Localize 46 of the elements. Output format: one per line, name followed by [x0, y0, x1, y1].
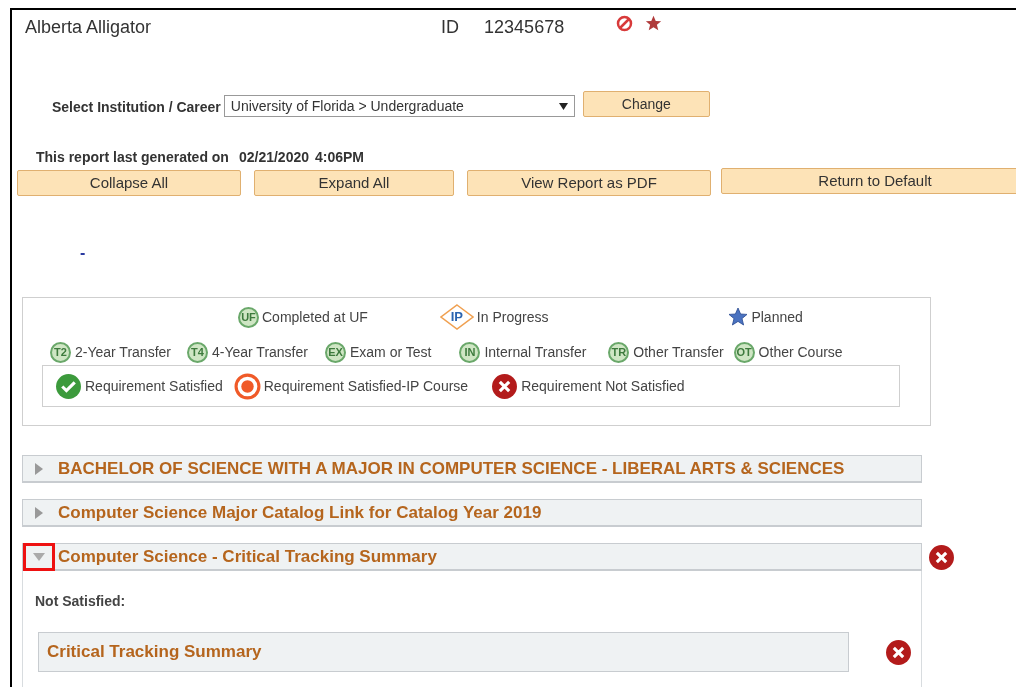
prohibited-icon [616, 15, 634, 32]
change-button[interactable]: Change [582, 91, 710, 117]
id-label: ID [441, 16, 460, 39]
action-button[interactable]: View Report as PDF [467, 170, 711, 196]
legend-label: 4-Year Transfer [212, 342, 308, 362]
legend-label: 2-Year Transfer [75, 342, 171, 362]
institution-label: Select Institution / Career [52, 98, 221, 117]
star-icon [728, 307, 749, 327]
legend-label: Internal Transfer [484, 342, 587, 362]
section-header[interactable]: BACHELOR OF SCIENCE WITH A MAJOR IN COMPUTER SCIENCE - LIBERAL ARTS & SCIENCES [22, 455, 922, 483]
action-button[interactable]: Return to Default [721, 168, 1016, 194]
course-badge: TR [608, 341, 630, 363]
diamond-badge: IP [439, 304, 474, 330]
legend-label: Completed at UF [262, 307, 368, 327]
course-badge: IN [459, 341, 481, 363]
legend-label: Exam or Test [349, 342, 432, 362]
link-text[interactable]: - [80, 245, 86, 261]
section-header[interactable]: Computer Science Major Catalog Link for Catalog Year 2019 [22, 499, 922, 527]
subsection-header: Critical Tracking Summary [38, 632, 849, 672]
report-label: This report last generated on [36, 147, 229, 167]
star-icon [645, 15, 663, 32]
course-badge: T4 [187, 341, 208, 363]
action-button[interactable]: Collapse All [17, 170, 241, 196]
legend-label: Requirement Satisfied [85, 376, 223, 396]
check-icon [55, 372, 82, 400]
legend-label: Requirement Satisfied-IP Course [263, 376, 469, 396]
status-note: Not Satisfied: [35, 592, 127, 611]
legend-label: Planned [751, 307, 803, 327]
student-id: 12345678 [484, 16, 565, 39]
x-icon [491, 372, 519, 400]
report-date: 02/21/2020 [238, 147, 309, 167]
legend-label: Requirement Not Satisfied [521, 376, 685, 396]
legend-label: Other Transfer [633, 342, 724, 362]
target-icon [233, 372, 261, 400]
course-badge: UF [238, 306, 259, 328]
course-badge: EX [324, 341, 346, 363]
legend-label: Other Course [758, 342, 843, 362]
legend-label: In Progress [476, 307, 549, 327]
action-button[interactable]: Expand All [254, 170, 454, 196]
student-name: Alberta Alligator [25, 16, 152, 39]
section-header[interactable]: Computer Science - Critical Tracking Summary [22, 543, 922, 571]
institution-select[interactable]: University of Florida > Undergraduate [223, 95, 575, 117]
course-badge: OT [733, 341, 755, 363]
caret-icon [558, 102, 568, 110]
report-time: 4:06PM [315, 147, 365, 167]
course-badge: T2 [50, 341, 71, 363]
